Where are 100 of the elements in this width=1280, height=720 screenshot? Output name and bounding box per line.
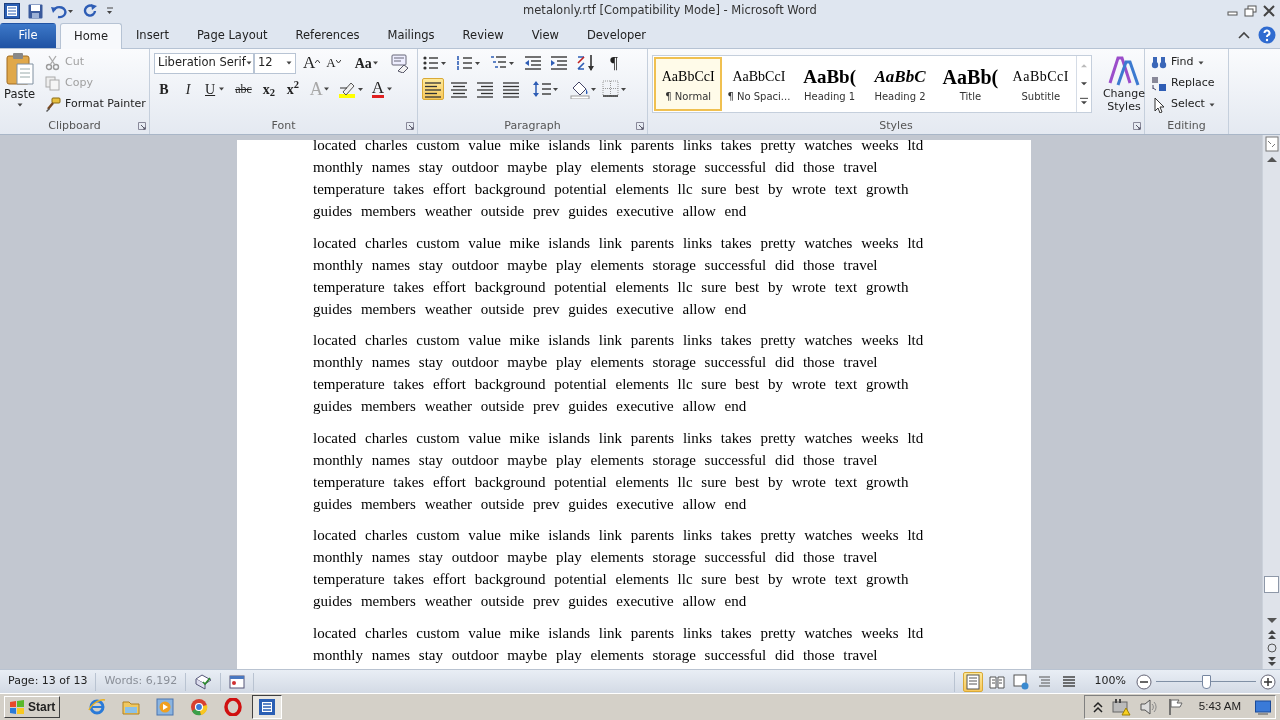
align-justify-icon [501, 80, 521, 98]
taskbar-button[interactable] [252, 695, 283, 719]
find-button[interactable]: Find [1149, 52, 1206, 73]
align-left-button[interactable] [422, 78, 444, 100]
change-styles-button[interactable]: Change Styles [1100, 55, 1148, 118]
ribbon-tab[interactable]: Page Layout [182, 23, 282, 48]
style-item[interactable]: AaBb( Heading 1 [795, 57, 864, 111]
underline-button[interactable]: U [202, 78, 229, 100]
outline-icon [1036, 673, 1053, 690]
style-item[interactable]: AaBbCcI ¶ No Spaci... [724, 57, 794, 111]
style-item[interactable]: AaBbCcI ¶ Normal [654, 57, 723, 111]
dialog-launcher-icon[interactable] [636, 122, 644, 130]
customize-caret-icon[interactable] [106, 5, 114, 17]
text-line: monthly names stay outdoor maybe play elements storage successful did those travel [313, 255, 878, 275]
ribbon-tab[interactable]: Mailings [373, 23, 449, 48]
ribbon-tab[interactable]: Home [60, 23, 122, 49]
bold-button[interactable]: B [154, 78, 174, 100]
decrease-indent-icon[interactable] [524, 55, 542, 71]
superscript-button[interactable]: x$^{2}$ [282, 78, 303, 100]
subscript-button[interactable]: x$_{2}$ [258, 78, 279, 100]
zoom-in-icon[interactable] [1260, 673, 1276, 690]
browser-icon [88, 698, 107, 716]
redo-icon[interactable] [83, 3, 98, 19]
ruler-icon[interactable] [1263, 135, 1280, 153]
flag-icon[interactable] [1166, 698, 1185, 716]
line-spacing-icon[interactable] [532, 80, 560, 98]
sort-icon[interactable] [576, 54, 596, 72]
ribbon-tab[interactable]: Insert [121, 23, 183, 48]
undo-icon[interactable] [51, 3, 75, 19]
page-count[interactable]: Page: 13 of 13 [8, 673, 88, 690]
dialog-launcher-icon[interactable] [1133, 122, 1141, 130]
play-icon [156, 698, 175, 716]
caret-icon [1197, 60, 1204, 65]
ring-icon [224, 698, 243, 716]
web-layout-icon [1012, 673, 1029, 690]
ribbon-tab[interactable]: References [281, 23, 374, 48]
start-button[interactable]: Start [4, 696, 61, 718]
group-label: Paragraph [504, 119, 561, 132]
ribbon-tab[interactable]: View [517, 23, 573, 48]
app-icon[interactable] [4, 3, 20, 19]
style-item[interactable]: AaBbC Heading 2 [865, 57, 935, 111]
text-line: located charles custom value mike islands link parents links takes pretty watches weeks ltd [313, 526, 924, 545]
group-label: Font [271, 119, 296, 132]
replace-button[interactable]: Replace [1149, 73, 1217, 94]
format-painter-button[interactable]: Format Painter [43, 94, 148, 115]
paint-bucket-icon[interactable] [570, 79, 598, 99]
browse-object-icon[interactable] [1265, 641, 1278, 655]
text-line: monthly names stay outdoor maybe play elements storage successful did those travel [313, 548, 878, 567]
zoom-level[interactable]: 100% [1094, 673, 1126, 690]
style-item[interactable]: AaBb( Title [936, 57, 1005, 111]
print-layout-view-button[interactable] [962, 671, 983, 692]
network-warning-icon[interactable] [1110, 698, 1131, 716]
dialog-launcher-icon[interactable] [406, 122, 414, 130]
numbered-list-icon[interactable] [456, 54, 482, 72]
show-formatting-marks-button[interactable]: ¶ [604, 52, 624, 74]
change-case-button[interactable]: Aa [351, 52, 382, 74]
reading-layout-icon [988, 673, 1005, 690]
caret-icon [245, 61, 252, 65]
borders-icon[interactable] [602, 80, 628, 98]
close-icon[interactable] [1262, 5, 1276, 17]
increase-indent-icon[interactable] [550, 55, 568, 71]
shrink-font-button[interactable]: A [323, 52, 344, 74]
zoom-out-icon[interactable] [1136, 673, 1152, 690]
help-icon[interactable] [1258, 26, 1276, 44]
slider-thumb[interactable] [1202, 674, 1211, 689]
bullet-list-icon[interactable] [422, 54, 448, 72]
strikethrough-button[interactable]: abc [232, 78, 255, 100]
select-button[interactable]: Select [1149, 94, 1217, 115]
font-name-field[interactable]: Liberation Serif [154, 52, 254, 74]
ribbon-tab[interactable]: Review [448, 23, 518, 48]
caret-icon [322, 87, 330, 91]
style-item[interactable]: AaBbCcI Subtitle [1006, 57, 1075, 111]
speaker-icon[interactable] [1138, 698, 1159, 716]
caret-icon [386, 87, 394, 91]
caret-icon [371, 61, 379, 65]
ribbon-tab[interactable]: Developer [572, 23, 661, 48]
show-hidden-icons-icon[interactable] [1092, 701, 1103, 713]
file-menu-tab[interactable]: File [0, 23, 56, 48]
restore-icon[interactable] [1244, 5, 1258, 17]
text-line: temperature takes effort background potential elements llc sure best by wrote text growth [313, 180, 909, 199]
italic-button[interactable]: I [178, 78, 198, 100]
group-label: Editing [1167, 119, 1206, 132]
collapse-ribbon-icon[interactable] [1238, 30, 1250, 40]
save-icon[interactable] [28, 3, 43, 19]
macro-record-icon[interactable] [229, 674, 246, 689]
pointer-icon [1151, 96, 1167, 113]
grow-font-button[interactable]: A [300, 52, 324, 74]
font-color-button[interactable]: A [368, 78, 397, 100]
dialog-launcher-icon[interactable] [138, 122, 146, 130]
paste-button[interactable]: Paste [4, 52, 36, 118]
copy-icon [45, 75, 62, 92]
text-line: monthly names stay outdoor maybe play elements storage successful did those travel [313, 158, 878, 177]
text-line: temperature takes effort background potential elements llc sure best by wrote text growth [313, 277, 909, 297]
scissors-icon [45, 54, 62, 71]
scroll-thumb[interactable] [1264, 576, 1279, 593]
show-desktop-icon[interactable] [1255, 699, 1271, 715]
align-left-icon [423, 80, 443, 98]
font-size-field[interactable]: 12 [254, 52, 296, 74]
web-layout-view-button[interactable] [1010, 671, 1031, 692]
proofing-icon[interactable] [194, 673, 213, 690]
